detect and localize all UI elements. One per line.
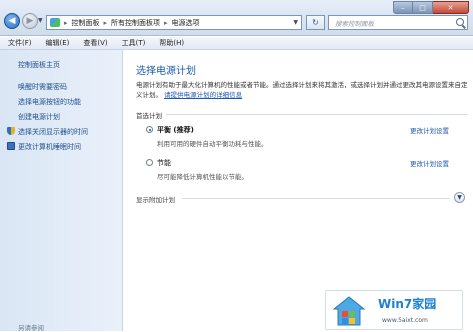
maximize-button[interactable]: □ <box>413 1 433 14</box>
plan-details-link[interactable]: 请提供电源计划的详细信息 <box>164 91 242 99</box>
monitor-icon <box>7 142 15 150</box>
window-controls: – □ ✕ <box>393 1 469 14</box>
page-description: 电源计划有助于最大化计算机的性能或者节能。通过选择计划来将其激活，或选择计划并通… <box>136 80 469 100</box>
breadcrumb-control-panel[interactable]: 控制面板 <box>72 18 100 28</box>
power-saver-change-settings-link[interactable]: 更改计划设置 <box>410 158 449 168</box>
preferred-plans-heading: 首选计划 <box>136 112 162 120</box>
balanced-change-settings-link[interactable]: 更改计划设置 <box>410 125 449 135</box>
breadcrumb-all-items[interactable]: 所有控制面板项 <box>111 18 160 28</box>
sidebar-item-wake-password[interactable]: 唤醒时需要密码 <box>18 82 67 92</box>
power-saver-plan-description: 尽可能降低计算机性能以节能。 <box>157 173 248 181</box>
minimize-button[interactable]: – <box>393 1 413 14</box>
search-placeholder: 搜索控制面板 <box>335 19 374 28</box>
chevron-down-icon[interactable]: ▼ <box>454 192 465 203</box>
sidebar: 控制面板主页 唤醒时需要密码 选择电源按钮的功能 创建电源计划 选择关闭显示器的… <box>0 50 123 332</box>
menu-tools[interactable]: 工具(T) <box>122 38 146 48</box>
recent-pages-dropdown[interactable]: ▼ <box>38 17 43 24</box>
address-dropdown-icon[interactable]: ▼ <box>293 19 298 26</box>
breadcrumb-power-options[interactable]: 电源选项 <box>172 18 200 28</box>
balanced-plan-name[interactable]: 平衡 (推荐) <box>157 125 194 135</box>
sidebar-item-create-plan[interactable]: 创建电源计划 <box>18 112 60 122</box>
close-button[interactable]: ✕ <box>433 1 469 14</box>
power-saver-plan-radio[interactable] <box>146 159 153 166</box>
house-logo-icon <box>332 296 366 326</box>
address-bar: ◀ ▶ ▼ ▸ 控制面板 ▸ 所有控制面板项 ▸ 电源选项 ▼ ↻ 搜索控制面板… <box>0 0 473 36</box>
breadcrumb-separator: ▸ <box>164 18 168 27</box>
additional-plans-divider <box>182 198 450 199</box>
section-divider <box>166 114 468 115</box>
balanced-plan-description: 利用可用的硬件自动平衡功耗与性能。 <box>157 140 268 148</box>
back-button[interactable]: ◀ <box>4 13 20 29</box>
menu-edit[interactable]: 编辑(E) <box>46 38 70 48</box>
forward-button[interactable]: ▶ <box>22 13 38 29</box>
watermark-title: Win7家园 <box>378 297 437 311</box>
main-content: 选择电源计划 电源计划有助于最大化计算机的性能或者节能。通过选择计划来将其激活，… <box>124 50 473 331</box>
menu-bar: 文件(F) 编辑(E) 查看(V) 工具(T) 帮助(H) <box>0 37 473 50</box>
sidebar-item-power-buttons[interactable]: 选择电源按钮的功能 <box>18 97 81 107</box>
power-saver-plan-name[interactable]: 节能 <box>157 158 171 168</box>
site-watermark: Win7家园 www.5aixt.com <box>325 290 463 330</box>
breadcrumb-separator: ▸ <box>64 18 68 27</box>
control-panel-icon <box>50 18 60 27</box>
page-title: 选择电源计划 <box>136 66 196 77</box>
sidebar-item-display-off[interactable]: 选择关闭显示器的时间 <box>18 127 88 137</box>
sidebar-item-sleep-time[interactable]: 更改计算机睡眠时间 <box>18 142 81 152</box>
balanced-plan-radio[interactable] <box>146 126 153 133</box>
sidebar-home-link[interactable]: 控制面板主页 <box>18 60 60 70</box>
search-icon[interactable] <box>456 18 464 26</box>
menu-file[interactable]: 文件(F) <box>8 38 32 48</box>
shield-icon <box>7 127 15 135</box>
breadcrumb-separator: ▸ <box>103 18 108 27</box>
watermark-url: www.5aixt.com <box>382 317 428 324</box>
refresh-button[interactable]: ↻ <box>306 15 325 30</box>
menu-help[interactable]: 帮助(H) <box>159 38 184 48</box>
address-field[interactable]: ▸ 控制面板 ▸ 所有控制面板项 ▸ 电源选项 ▼ <box>46 15 302 30</box>
search-input[interactable]: 搜索控制面板 <box>328 15 468 30</box>
menu-view[interactable]: 查看(V) <box>83 38 107 48</box>
show-additional-plans-label[interactable]: 显示附加计划 <box>136 194 175 204</box>
